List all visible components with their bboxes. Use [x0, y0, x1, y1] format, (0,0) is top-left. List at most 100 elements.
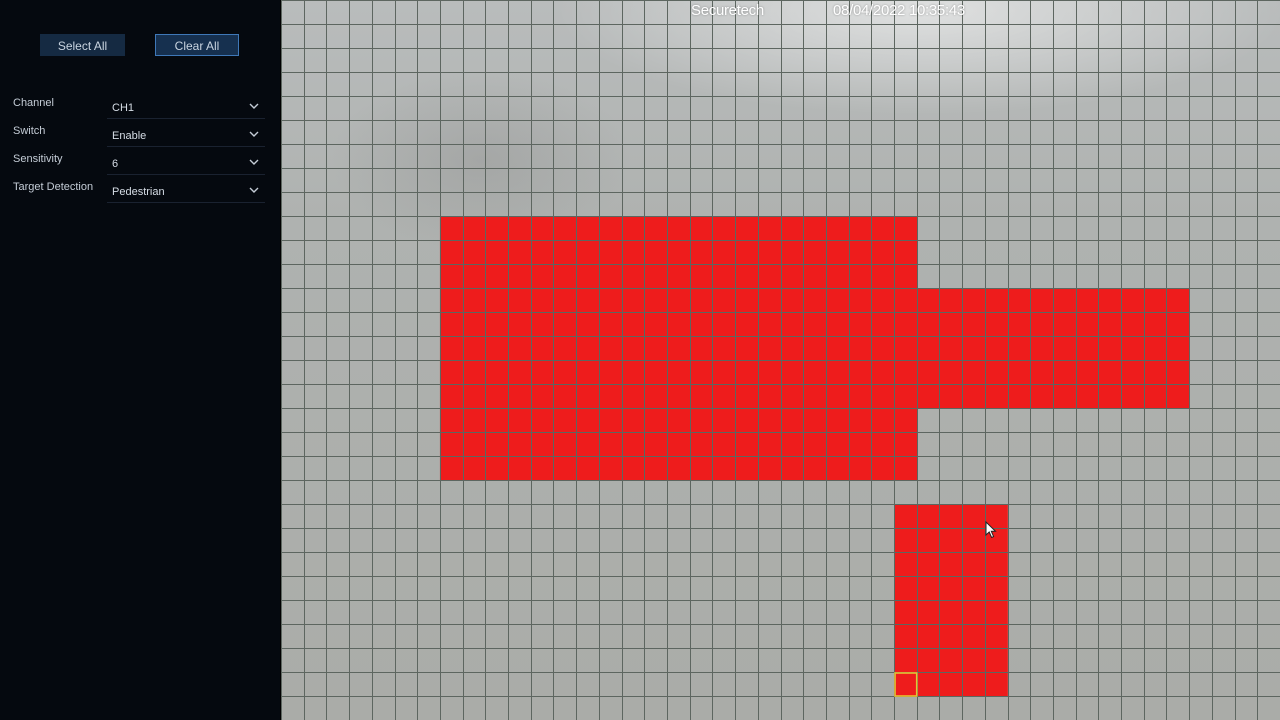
- selected-grid-cell[interactable]: [530, 312, 554, 337]
- selected-grid-cell[interactable]: [530, 432, 554, 457]
- selected-grid-cell[interactable]: [1030, 360, 1054, 385]
- selected-grid-cell[interactable]: [803, 456, 827, 481]
- selected-grid-cell[interactable]: [598, 432, 622, 457]
- selected-grid-cell[interactable]: [689, 336, 713, 361]
- selected-grid-cell[interactable]: [485, 312, 509, 337]
- selected-grid-cell[interactable]: [848, 432, 872, 457]
- selected-grid-cell[interactable]: [439, 408, 463, 433]
- selected-grid-cell[interactable]: [871, 432, 895, 457]
- selected-grid-cell[interactable]: [666, 456, 690, 481]
- selected-grid-cell[interactable]: [644, 408, 668, 433]
- selected-grid-cell[interactable]: [894, 600, 918, 625]
- selected-grid-cell[interactable]: [894, 408, 918, 433]
- selected-grid-cell[interactable]: [803, 408, 827, 433]
- selected-grid-cell[interactable]: [644, 360, 668, 385]
- selected-grid-cell[interactable]: [439, 264, 463, 289]
- selected-grid-cell[interactable]: [530, 456, 554, 481]
- selected-grid-cell[interactable]: [894, 552, 918, 577]
- selected-grid-cell[interactable]: [939, 552, 963, 577]
- selected-grid-cell[interactable]: [644, 264, 668, 289]
- selected-grid-cell[interactable]: [1075, 312, 1099, 337]
- selected-grid-cell[interactable]: [712, 240, 736, 265]
- selected-grid-cell[interactable]: [1075, 360, 1099, 385]
- selected-grid-cell[interactable]: [916, 672, 940, 697]
- selected-grid-cell[interactable]: [621, 384, 645, 409]
- selected-grid-cell[interactable]: [1007, 336, 1031, 361]
- selected-grid-cell[interactable]: [530, 288, 554, 313]
- selected-grid-cell[interactable]: [508, 288, 532, 313]
- selected-grid-cell[interactable]: [553, 384, 577, 409]
- selected-grid-cell[interactable]: [439, 240, 463, 265]
- selected-grid-cell[interactable]: [735, 336, 759, 361]
- selected-grid-cell[interactable]: [916, 360, 940, 385]
- selected-grid-cell[interactable]: [735, 360, 759, 385]
- selected-grid-cell[interactable]: [576, 216, 600, 241]
- selected-grid-cell[interactable]: [1166, 288, 1190, 313]
- selected-grid-cell[interactable]: [939, 336, 963, 361]
- selected-grid-cell[interactable]: [916, 648, 940, 673]
- selected-grid-cell[interactable]: [553, 336, 577, 361]
- selected-grid-cell[interactable]: [485, 456, 509, 481]
- selected-grid-cell[interactable]: [848, 312, 872, 337]
- selected-grid-cell[interactable]: [553, 288, 577, 313]
- selected-grid-cell[interactable]: [780, 336, 804, 361]
- selected-grid-cell[interactable]: [1121, 336, 1145, 361]
- selected-grid-cell[interactable]: [825, 384, 849, 409]
- selected-grid-cell[interactable]: [462, 360, 486, 385]
- selected-grid-cell[interactable]: [735, 384, 759, 409]
- selected-grid-cell[interactable]: [530, 360, 554, 385]
- selected-grid-cell[interactable]: [1098, 312, 1122, 337]
- selected-grid-cell[interactable]: [712, 336, 736, 361]
- selected-grid-cell[interactable]: [485, 384, 509, 409]
- selected-grid-cell[interactable]: [462, 216, 486, 241]
- selected-grid-cell[interactable]: [598, 384, 622, 409]
- target-detection-dropdown[interactable]: Pedestrian: [107, 180, 265, 203]
- selected-grid-cell[interactable]: [576, 360, 600, 385]
- selected-grid-cell[interactable]: [644, 288, 668, 313]
- selected-grid-cell[interactable]: [439, 456, 463, 481]
- selected-grid-cell[interactable]: [1121, 360, 1145, 385]
- selected-grid-cell[interactable]: [462, 240, 486, 265]
- selected-grid-cell[interactable]: [598, 456, 622, 481]
- selected-grid-cell[interactable]: [508, 264, 532, 289]
- selected-grid-cell[interactable]: [848, 240, 872, 265]
- selected-grid-cell[interactable]: [894, 312, 918, 337]
- selected-grid-cell[interactable]: [757, 264, 781, 289]
- selected-grid-cell[interactable]: [803, 384, 827, 409]
- selected-grid-cell[interactable]: [984, 648, 1008, 673]
- selected-grid-cell[interactable]: [689, 264, 713, 289]
- selected-grid-cell[interactable]: [962, 504, 986, 529]
- selected-grid-cell[interactable]: [894, 456, 918, 481]
- selected-grid-cell[interactable]: [462, 264, 486, 289]
- selected-grid-cell[interactable]: [894, 384, 918, 409]
- selected-grid-cell[interactable]: [712, 216, 736, 241]
- selected-grid-cell[interactable]: [666, 384, 690, 409]
- selected-grid-cell[interactable]: [689, 288, 713, 313]
- selected-grid-cell[interactable]: [439, 432, 463, 457]
- selected-grid-cell[interactable]: [598, 240, 622, 265]
- selected-grid-cell[interactable]: [803, 360, 827, 385]
- selected-grid-cell[interactable]: [894, 624, 918, 649]
- selected-grid-cell[interactable]: [894, 432, 918, 457]
- selected-grid-cell[interactable]: [757, 360, 781, 385]
- selected-grid-cell[interactable]: [439, 336, 463, 361]
- selected-grid-cell[interactable]: [916, 288, 940, 313]
- selected-grid-cell[interactable]: [1007, 360, 1031, 385]
- selected-grid-cell[interactable]: [508, 336, 532, 361]
- selected-grid-cell[interactable]: [712, 408, 736, 433]
- selected-grid-cell[interactable]: [439, 360, 463, 385]
- selected-grid-cell[interactable]: [598, 288, 622, 313]
- selected-grid-cell[interactable]: [984, 624, 1008, 649]
- selected-grid-cell[interactable]: [939, 600, 963, 625]
- selected-grid-cell[interactable]: [984, 360, 1008, 385]
- selected-grid-cell[interactable]: [871, 312, 895, 337]
- selected-grid-cell[interactable]: [553, 264, 577, 289]
- selected-grid-cell[interactable]: [894, 360, 918, 385]
- selected-grid-cell[interactable]: [1075, 336, 1099, 361]
- selected-grid-cell[interactable]: [825, 264, 849, 289]
- selected-grid-cell[interactable]: [803, 432, 827, 457]
- selected-grid-cell[interactable]: [598, 312, 622, 337]
- selected-grid-cell[interactable]: [939, 672, 963, 697]
- selected-grid-cell[interactable]: [1098, 288, 1122, 313]
- selected-grid-cell[interactable]: [1121, 384, 1145, 409]
